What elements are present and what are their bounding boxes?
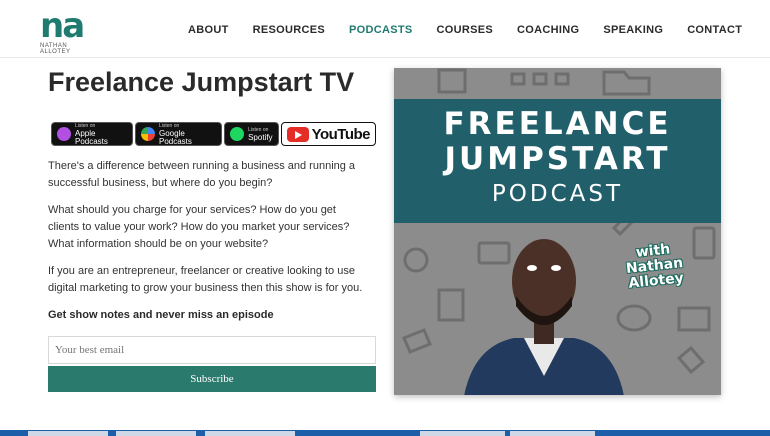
logo-mark: na bbox=[40, 6, 85, 46]
lightbulb-doodle-icon bbox=[403, 247, 429, 273]
nav-about[interactable]: ABOUT bbox=[188, 24, 229, 36]
youtube-play-icon bbox=[286, 126, 309, 142]
host-name-label: with Nathan Allotey bbox=[624, 241, 686, 292]
nav-courses[interactable]: COURSES bbox=[437, 24, 494, 36]
apple-podcasts-icon bbox=[57, 127, 71, 141]
host-photo bbox=[464, 239, 624, 395]
email-input[interactable] bbox=[48, 336, 376, 364]
nav-speaking[interactable]: SPEAKING bbox=[603, 24, 663, 36]
google-podcasts-icon bbox=[141, 127, 155, 141]
apple-badge-label: Apple Podcasts bbox=[75, 129, 108, 146]
laptop-doodle-icon bbox=[677, 306, 711, 332]
taskbar-item[interactable] bbox=[205, 431, 295, 436]
nav-coaching[interactable]: COACHING bbox=[517, 24, 579, 36]
google-badge-label: Google Podcasts bbox=[159, 129, 192, 146]
cover-title-line1: FREELANCE bbox=[443, 106, 672, 142]
site-logo[interactable]: na NATHAN ALLOTEY bbox=[40, 6, 96, 55]
calculator-doodle-icon bbox=[692, 226, 716, 260]
apple-podcasts-badge[interactable]: Listen on Apple Podcasts bbox=[51, 122, 133, 146]
podcast-cover-art: FREELANCE JUMPSTART PODCAST with Nathan … bbox=[394, 68, 721, 395]
document-doodle-icon bbox=[437, 68, 467, 94]
page-title: Freelance Jumpstart TV bbox=[48, 67, 355, 97]
folder-doodle-icon bbox=[602, 70, 651, 96]
nav-resources[interactable]: RESOURCES bbox=[253, 24, 325, 36]
taskbar-item[interactable] bbox=[510, 431, 595, 436]
taskbar-item[interactable] bbox=[116, 431, 196, 436]
questions-paragraph: What should you charge for your services… bbox=[48, 204, 350, 250]
audience-paragraph: If you are an entrepreneur, freelancer o… bbox=[48, 265, 363, 294]
cover-title-line2: JUMPSTART bbox=[444, 141, 671, 177]
platform-badges: Listen on Apple Podcasts Listen on Googl… bbox=[51, 122, 378, 146]
spotify-badge[interactable]: Listen on Spotify bbox=[224, 122, 279, 146]
books-doodle-icon bbox=[402, 328, 432, 354]
main-nav: ABOUT RESOURCES PODCASTS COURSES COACHIN… bbox=[188, 24, 766, 36]
taskbar-item[interactable] bbox=[420, 431, 505, 436]
cover-title-line3: PODCAST bbox=[491, 181, 624, 207]
youtube-badge-label: YouTube bbox=[311, 125, 371, 143]
nav-podcasts[interactable]: PODCASTS bbox=[349, 24, 413, 36]
subscribe-button[interactable]: Subscribe bbox=[48, 366, 376, 392]
spotify-icon bbox=[230, 127, 245, 141]
podcast-intro: Freelance Jumpstart TV Listen on Apple P… bbox=[48, 68, 378, 392]
tag-doodle-icon bbox=[676, 345, 706, 375]
youtube-badge[interactable]: YouTube bbox=[280, 122, 376, 146]
google-podcasts-badge[interactable]: Listen on Google Podcasts bbox=[135, 122, 223, 146]
intro-paragraph: There's a difference between running a b… bbox=[48, 160, 356, 189]
taskbar-item[interactable] bbox=[28, 431, 108, 436]
site-header: na NATHAN ALLOTEY ABOUT RESOURCES PODCAS… bbox=[0, 0, 770, 58]
signup-heading: Get show notes and never miss an episode bbox=[48, 309, 274, 321]
spotify-badge-label: Spotify bbox=[248, 133, 273, 142]
nav-contact[interactable]: CONTACT bbox=[687, 24, 742, 36]
